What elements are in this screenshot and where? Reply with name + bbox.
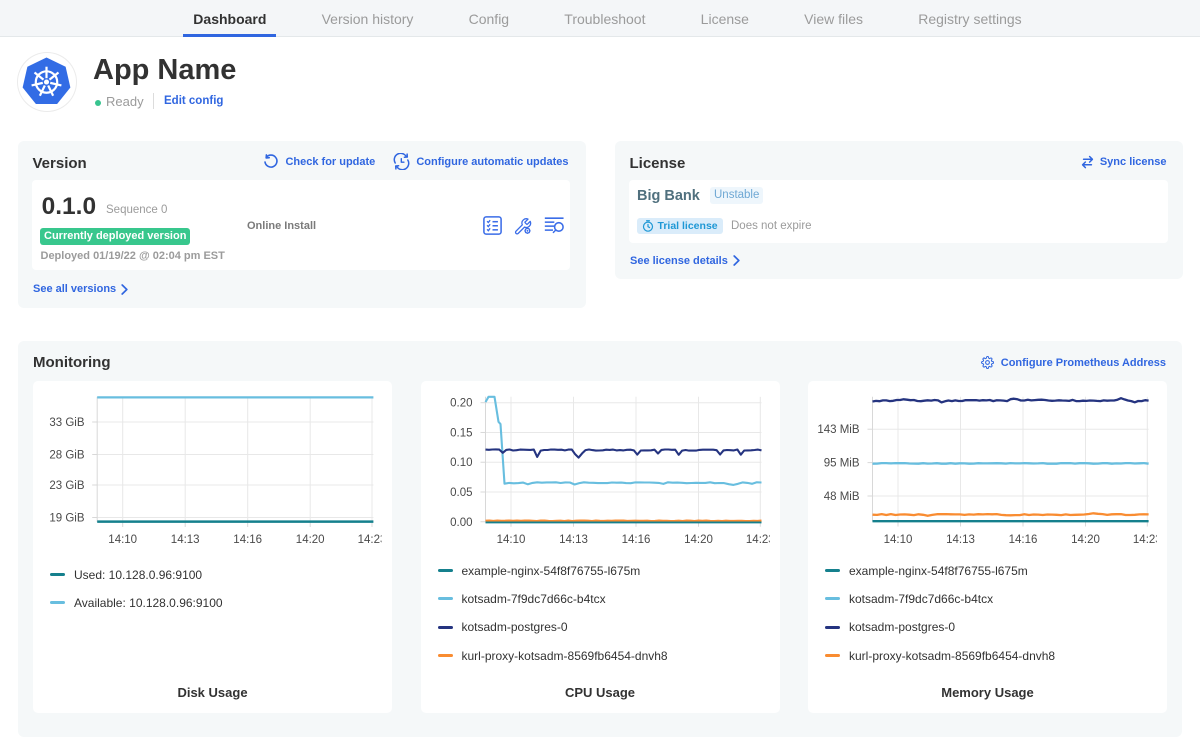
- svg-text:14:20: 14:20: [684, 534, 713, 546]
- svg-text:14:13: 14:13: [171, 534, 200, 546]
- svg-text:23 GiB: 23 GiB: [49, 480, 84, 492]
- svg-text:28 GiB: 28 GiB: [49, 450, 84, 462]
- svg-text:14:10: 14:10: [497, 534, 526, 546]
- svg-text:33 GiB: 33 GiB: [49, 417, 84, 429]
- svg-text:14:23: 14:23: [1133, 534, 1162, 546]
- svg-text:14:20: 14:20: [296, 534, 325, 546]
- svg-text:0.00: 0.00: [450, 517, 472, 529]
- svg-text:0.15: 0.15: [450, 427, 472, 439]
- svg-text:0.05: 0.05: [450, 487, 472, 499]
- svg-text:14:20: 14:20: [1071, 534, 1100, 546]
- svg-text:48 MiB: 48 MiB: [824, 491, 860, 503]
- svg-text:0.10: 0.10: [450, 457, 472, 469]
- svg-text:14:16: 14:16: [622, 534, 651, 546]
- svg-text:0.20: 0.20: [450, 398, 472, 410]
- svg-text:14:13: 14:13: [559, 534, 588, 546]
- svg-text:14:16: 14:16: [1009, 534, 1038, 546]
- svg-text:14:23: 14:23: [358, 534, 387, 546]
- svg-text:95 MiB: 95 MiB: [824, 458, 860, 470]
- svg-text:14:10: 14:10: [884, 534, 913, 546]
- svg-text:14:16: 14:16: [233, 534, 262, 546]
- svg-text:19 GiB: 19 GiB: [49, 513, 84, 525]
- svg-text:14:13: 14:13: [946, 534, 975, 546]
- svg-text:14:10: 14:10: [108, 534, 137, 546]
- svg-text:143 MiB: 143 MiB: [817, 424, 860, 436]
- svg-text:14:23: 14:23: [746, 534, 775, 546]
